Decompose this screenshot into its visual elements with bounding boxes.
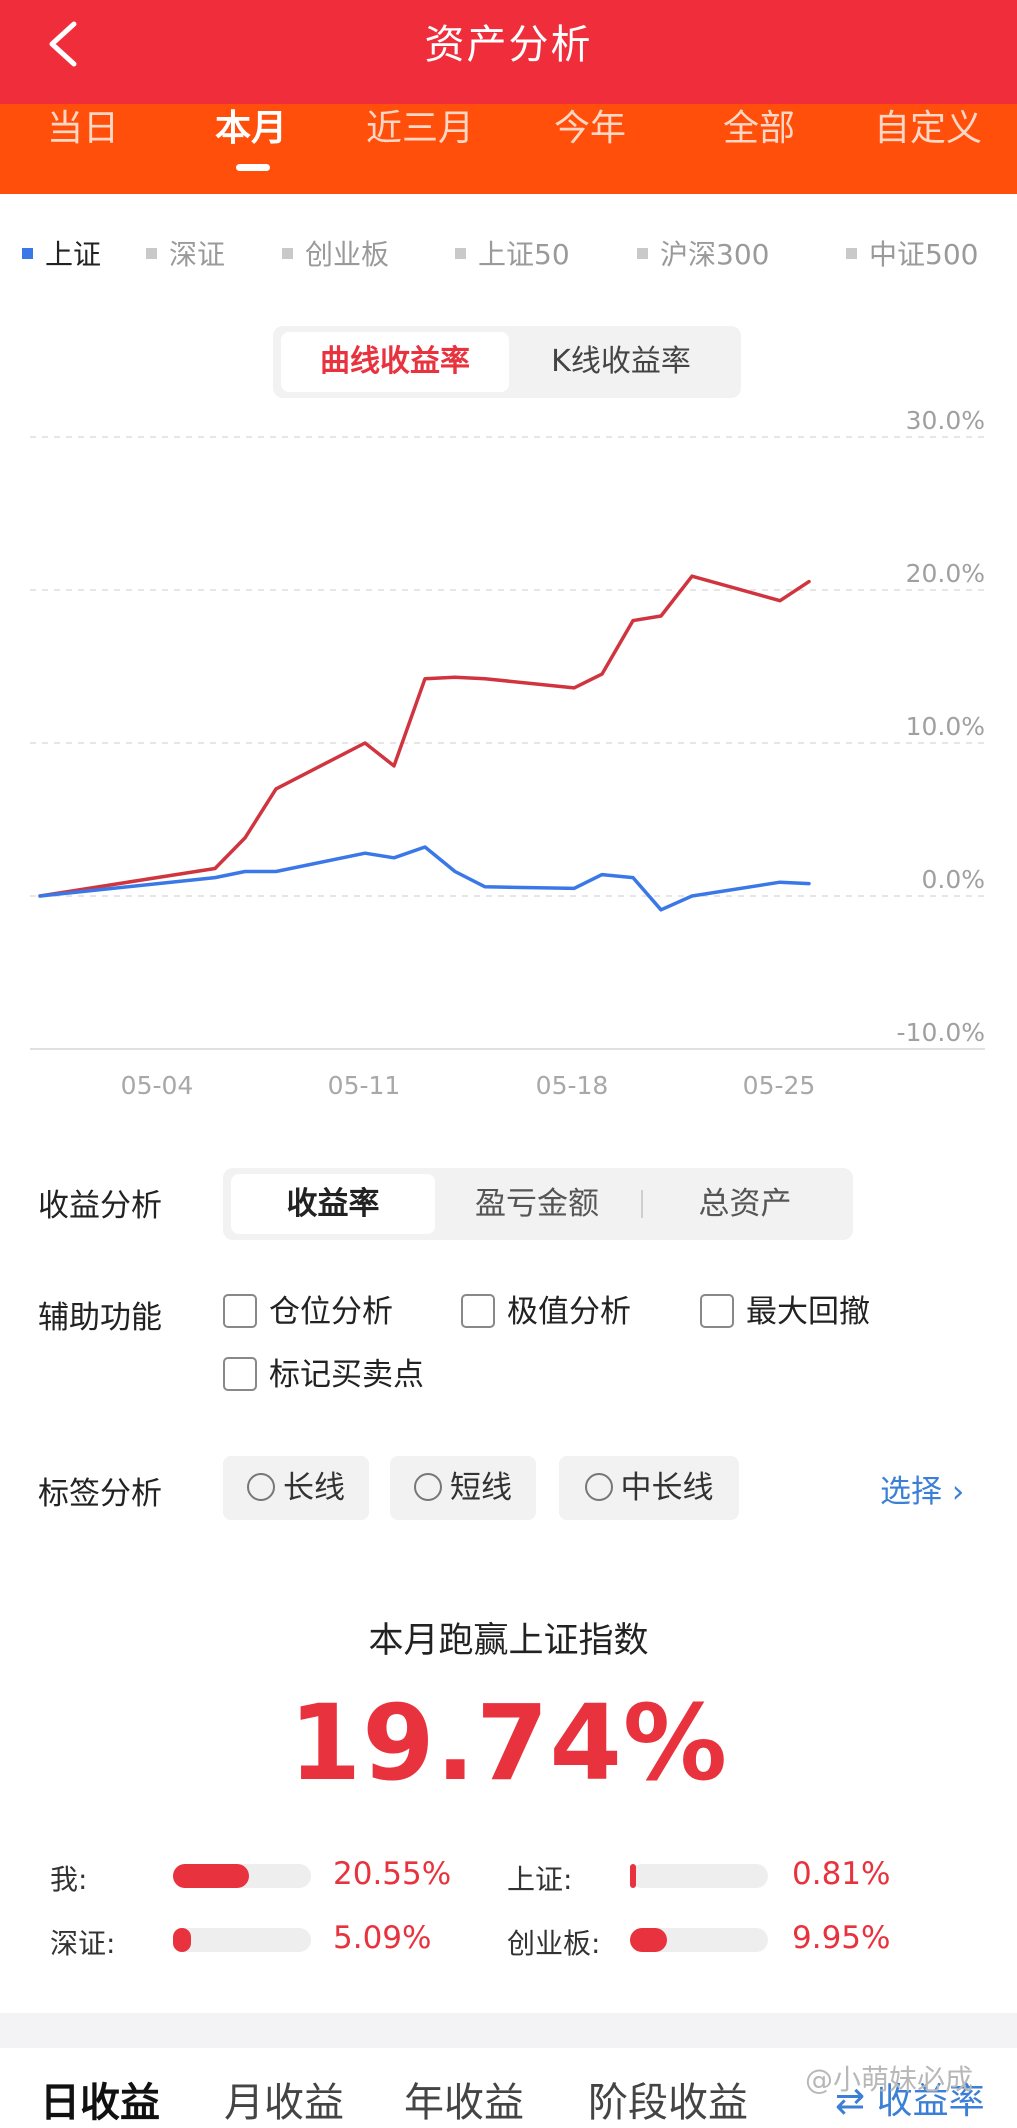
profit-amount-button[interactable]: 盈亏金额	[435, 1174, 639, 1234]
compare-value-me: 20.55%	[333, 1856, 452, 1892]
compare-label-cyb: 创业板:	[507, 1927, 601, 1960]
curve-return-button[interactable]: 曲线收益率	[281, 332, 509, 392]
checkbox-icon	[461, 1293, 495, 1328]
radio-icon	[247, 1472, 275, 1501]
period-tabs: 当日 本月 近三月 今年 全部 自定义	[0, 104, 1017, 194]
tag-mid-long-term[interactable]: 中长线	[559, 1456, 739, 1520]
compare-bar-sh	[630, 1864, 768, 1888]
mark-trades-checkbox[interactable]: 标记买卖点	[223, 1355, 424, 1395]
legend-square-icon	[846, 247, 857, 259]
x-tick-label: 05-11	[328, 1071, 401, 1100]
kline-return-button[interactable]: K线收益率	[507, 332, 735, 392]
section-divider	[0, 2013, 1017, 2048]
compare-value-sz: 5.09%	[333, 1920, 432, 1956]
compare-label-me: 我:	[50, 1863, 88, 1896]
max-drawdown-checkbox[interactable]: 最大回撤	[700, 1292, 870, 1332]
y-tick-label: 30.0%	[906, 406, 985, 435]
radio-icon	[414, 1472, 442, 1501]
tab-this-year[interactable]: 今年	[505, 104, 675, 194]
compare-bar-me	[173, 1864, 311, 1888]
index-sh[interactable]: 上证	[22, 230, 101, 280]
beat-index-title: 本月跑赢上证指数	[368, 1621, 649, 1661]
compare-value-cyb: 9.95%	[792, 1920, 891, 1956]
compare-bar-sz	[173, 1928, 311, 1952]
compare-bar-fill	[173, 1928, 191, 1952]
tag-analysis-label: 标签分析	[38, 1476, 162, 1512]
index-sz[interactable]: 深证	[146, 230, 225, 280]
legend-square-icon	[22, 247, 33, 259]
tab-yearly-return[interactable]: 年收益	[404, 2070, 524, 2128]
legend-square-icon	[455, 247, 466, 259]
compare-label-sh: 上证:	[507, 1863, 573, 1896]
compare-label-sz: 深证:	[50, 1927, 116, 1960]
index-hs300[interactable]: 沪深300	[637, 230, 769, 280]
compare-bar-fill	[630, 1864, 636, 1888]
x-tick-label: 05-18	[536, 1071, 609, 1100]
income-analysis-label: 收益分析	[38, 1188, 162, 1224]
compare-bar-fill	[173, 1864, 249, 1888]
y-tick-label: 20.0%	[906, 559, 985, 588]
tab-daily-return[interactable]: 日收益	[40, 2070, 160, 2128]
y-tick-label: -10.0%	[897, 1018, 985, 1047]
compare-value-sh: 0.81%	[792, 1856, 891, 1892]
active-tab-indicator	[236, 164, 270, 171]
tab-custom[interactable]: 自定义	[843, 104, 1013, 194]
tab-this-month[interactable]: 本月	[166, 104, 336, 194]
tab-period-return[interactable]: 阶段收益	[588, 2070, 748, 2128]
tag-short-term[interactable]: 短线	[390, 1456, 536, 1520]
total-assets-button[interactable]: 总资产	[643, 1174, 847, 1234]
aux-functions-label: 辅助功能	[38, 1300, 162, 1336]
legend-square-icon	[282, 247, 293, 259]
chart-mode-toggle: 曲线收益率 K线收益率	[273, 326, 741, 398]
index-selector: 上证 深证 创业板 上证50 沪深300 中证500	[0, 230, 1017, 280]
checkbox-icon	[700, 1293, 734, 1328]
tag-long-term[interactable]: 长线	[223, 1456, 369, 1520]
page-title: 资产分析	[424, 22, 593, 68]
checkbox-icon	[223, 1356, 257, 1391]
y-tick-label: 10.0%	[906, 712, 985, 741]
index-cyb[interactable]: 创业板	[282, 230, 389, 280]
legend-square-icon	[637, 247, 648, 259]
return-rate-button[interactable]: 收益率	[231, 1174, 435, 1234]
tab-three-months[interactable]: 近三月	[335, 104, 505, 194]
compare-bar-cyb	[630, 1928, 768, 1952]
index-sh50[interactable]: 上证50	[455, 230, 570, 280]
title-bar: 资产分析	[0, 0, 1017, 104]
x-tick-label: 05-25	[743, 1071, 816, 1100]
extreme-analysis-checkbox[interactable]: 极值分析	[461, 1292, 631, 1332]
legend-square-icon	[146, 247, 157, 259]
position-analysis-checkbox[interactable]: 仓位分析	[223, 1292, 393, 1332]
beat-index-value: 19.74%	[288, 1682, 729, 1804]
watermark: @小萌妹必成	[805, 2063, 974, 2096]
x-tick-label: 05-04	[121, 1071, 194, 1100]
tab-today[interactable]: 当日	[0, 104, 168, 194]
income-metric-toggle: 收益率 盈亏金额 总资产	[223, 1168, 853, 1240]
y-tick-label: 0.0%	[921, 865, 985, 894]
index-zz500[interactable]: 中证500	[846, 230, 978, 280]
radio-icon	[584, 1472, 613, 1501]
return-chart[interactable]: 30.0% 20.0% 10.0% 0.0% -10.0% 05-04 05-11 05-18…	[0, 390, 1017, 1110]
tab-all[interactable]: 全部	[674, 104, 844, 194]
compare-bar-fill	[630, 1928, 668, 1952]
choose-tags-link[interactable]: 选择 ›	[880, 1466, 964, 1511]
tab-monthly-return[interactable]: 月收益	[224, 2070, 344, 2128]
checkbox-icon	[223, 1293, 257, 1328]
